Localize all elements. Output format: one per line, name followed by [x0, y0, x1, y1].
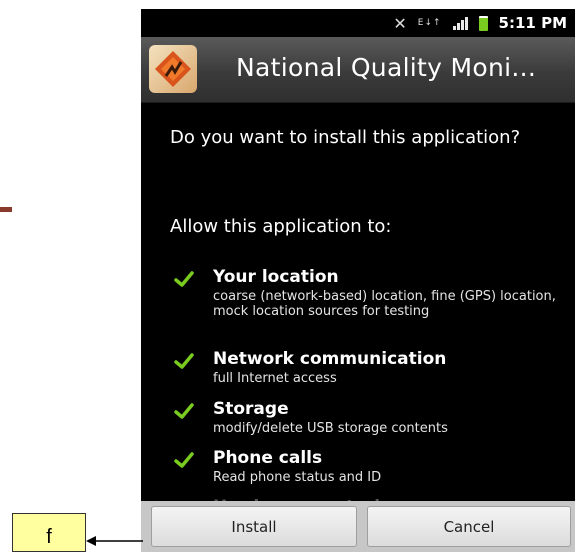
mute-icon: ✕: [393, 13, 407, 33]
install-permissions-panel[interactable]: Do you want to install this application?…: [141, 103, 575, 503]
title-bar: National Quality Moni...: [141, 37, 575, 103]
install-question: Do you want to install this application?: [170, 127, 521, 148]
permission-title: Network communication: [213, 349, 447, 369]
callout-arrow-icon: [86, 536, 143, 546]
check-icon: [174, 452, 194, 468]
check-icon: [174, 353, 194, 369]
signal-icon: [452, 16, 468, 30]
data-arrows-icon: E↓↑: [417, 17, 442, 28]
permission-title: Storage: [213, 399, 289, 419]
button-bar: Install Cancel: [141, 501, 575, 552]
check-icon: [174, 403, 194, 419]
callout-label-box: f: [12, 513, 86, 552]
install-button[interactable]: Install: [151, 506, 357, 547]
cancel-button[interactable]: Cancel: [367, 506, 571, 547]
permission-title: Your location: [213, 267, 339, 287]
permission-description: modify/delete USB storage contents: [213, 421, 448, 436]
permission-description: full Internet access: [213, 371, 337, 386]
status-icons: ✕ E↓↑ 5:11 PM: [393, 13, 567, 33]
allow-heading: Allow this application to:: [170, 216, 392, 237]
permission-description: Read phone status and ID: [213, 470, 382, 485]
check-icon: [174, 271, 194, 287]
side-marker: [0, 207, 12, 212]
network-type-label: E: [417, 17, 425, 28]
app-logo-icon: [149, 45, 197, 93]
status-bar: ✕ E↓↑ 5:11 PM: [141, 9, 575, 37]
phone-screen: ✕ E↓↑ 5:11 PM National Quality Moni... D…: [141, 9, 575, 552]
permission-description: coarse (network-based) location, fine (G…: [213, 289, 556, 319]
app-title: National Quality Moni...: [236, 53, 537, 82]
battery-icon: [478, 15, 488, 31]
status-time: 5:11 PM: [498, 14, 567, 32]
permission-title: Phone calls: [213, 448, 323, 468]
